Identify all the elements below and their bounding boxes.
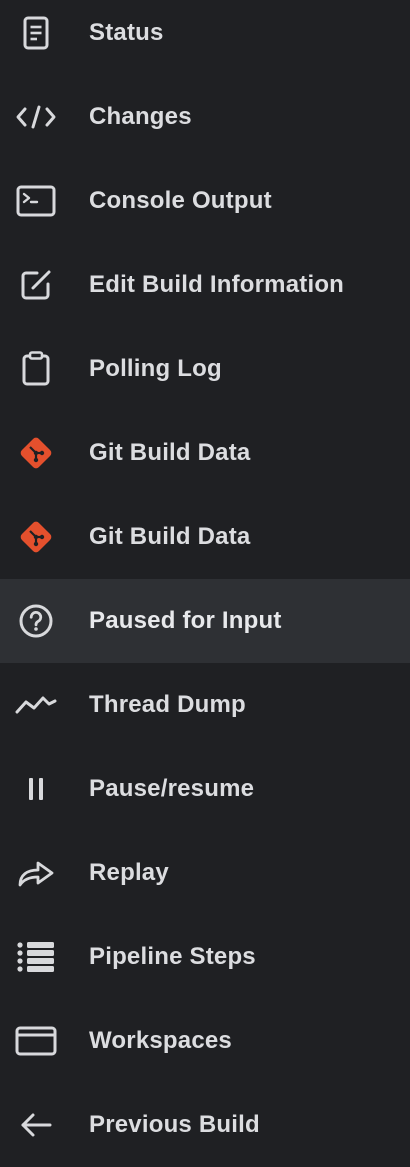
sidebar-item-polling-log[interactable]: Polling Log	[0, 327, 410, 411]
folder-icon	[8, 1017, 64, 1065]
activity-icon	[8, 681, 64, 729]
list-icon	[8, 933, 64, 981]
edit-icon	[8, 261, 64, 309]
sidebar-item-pipeline-steps[interactable]: Pipeline Steps	[0, 915, 410, 999]
document-icon	[8, 9, 64, 57]
sidebar-item-paused-for-input[interactable]: Paused for Input	[0, 579, 410, 663]
sidebar-item-git-build-data[interactable]: Git Build Data	[0, 495, 410, 579]
sidebar-item-status[interactable]: Status	[0, 0, 410, 75]
sidebar-item-label: Paused for Input	[89, 607, 282, 634]
sidebar-item-label: Console Output	[89, 187, 272, 214]
sidebar-item-replay[interactable]: Replay	[0, 831, 410, 915]
sidebar-item-label: Workspaces	[89, 1027, 232, 1054]
sidebar-item-label: Replay	[89, 859, 169, 886]
clipboard-icon	[8, 345, 64, 393]
git-icon	[8, 429, 64, 477]
sidebar-item-changes[interactable]: Changes	[0, 75, 410, 159]
arrow-left-icon	[8, 1101, 64, 1149]
terminal-icon	[8, 177, 64, 225]
replay-icon	[8, 849, 64, 897]
sidebar-item-label: Git Build Data	[89, 523, 251, 550]
sidebar-item-label: Git Build Data	[89, 439, 251, 466]
sidebar-item-edit-build-information[interactable]: Edit Build Information	[0, 243, 410, 327]
pause-icon	[8, 765, 64, 813]
sidebar-item-previous-build[interactable]: Previous Build	[0, 1083, 410, 1167]
sidebar-item-git-build-data[interactable]: Git Build Data	[0, 411, 410, 495]
help-icon	[8, 597, 64, 645]
sidebar-item-console-output[interactable]: Console Output	[0, 159, 410, 243]
build-sidebar-menu: Status Changes Console Output Edit Build…	[0, 0, 410, 1138]
code-icon	[8, 93, 64, 141]
sidebar-item-label: Edit Build Information	[89, 271, 345, 298]
sidebar-item-workspaces[interactable]: Workspaces	[0, 999, 410, 1083]
sidebar-item-thread-dump[interactable]: Thread Dump	[0, 663, 410, 747]
sidebar-item-label: Changes	[89, 103, 192, 130]
sidebar-item-pause-resume[interactable]: Pause/resume	[0, 747, 410, 831]
git-icon	[8, 513, 64, 561]
sidebar-item-label: Polling Log	[89, 355, 222, 382]
sidebar-item-label: Status	[89, 19, 164, 46]
sidebar-item-label: Pause/resume	[89, 775, 255, 802]
sidebar-item-label: Thread Dump	[89, 691, 246, 718]
sidebar-item-label: Pipeline Steps	[89, 943, 256, 970]
